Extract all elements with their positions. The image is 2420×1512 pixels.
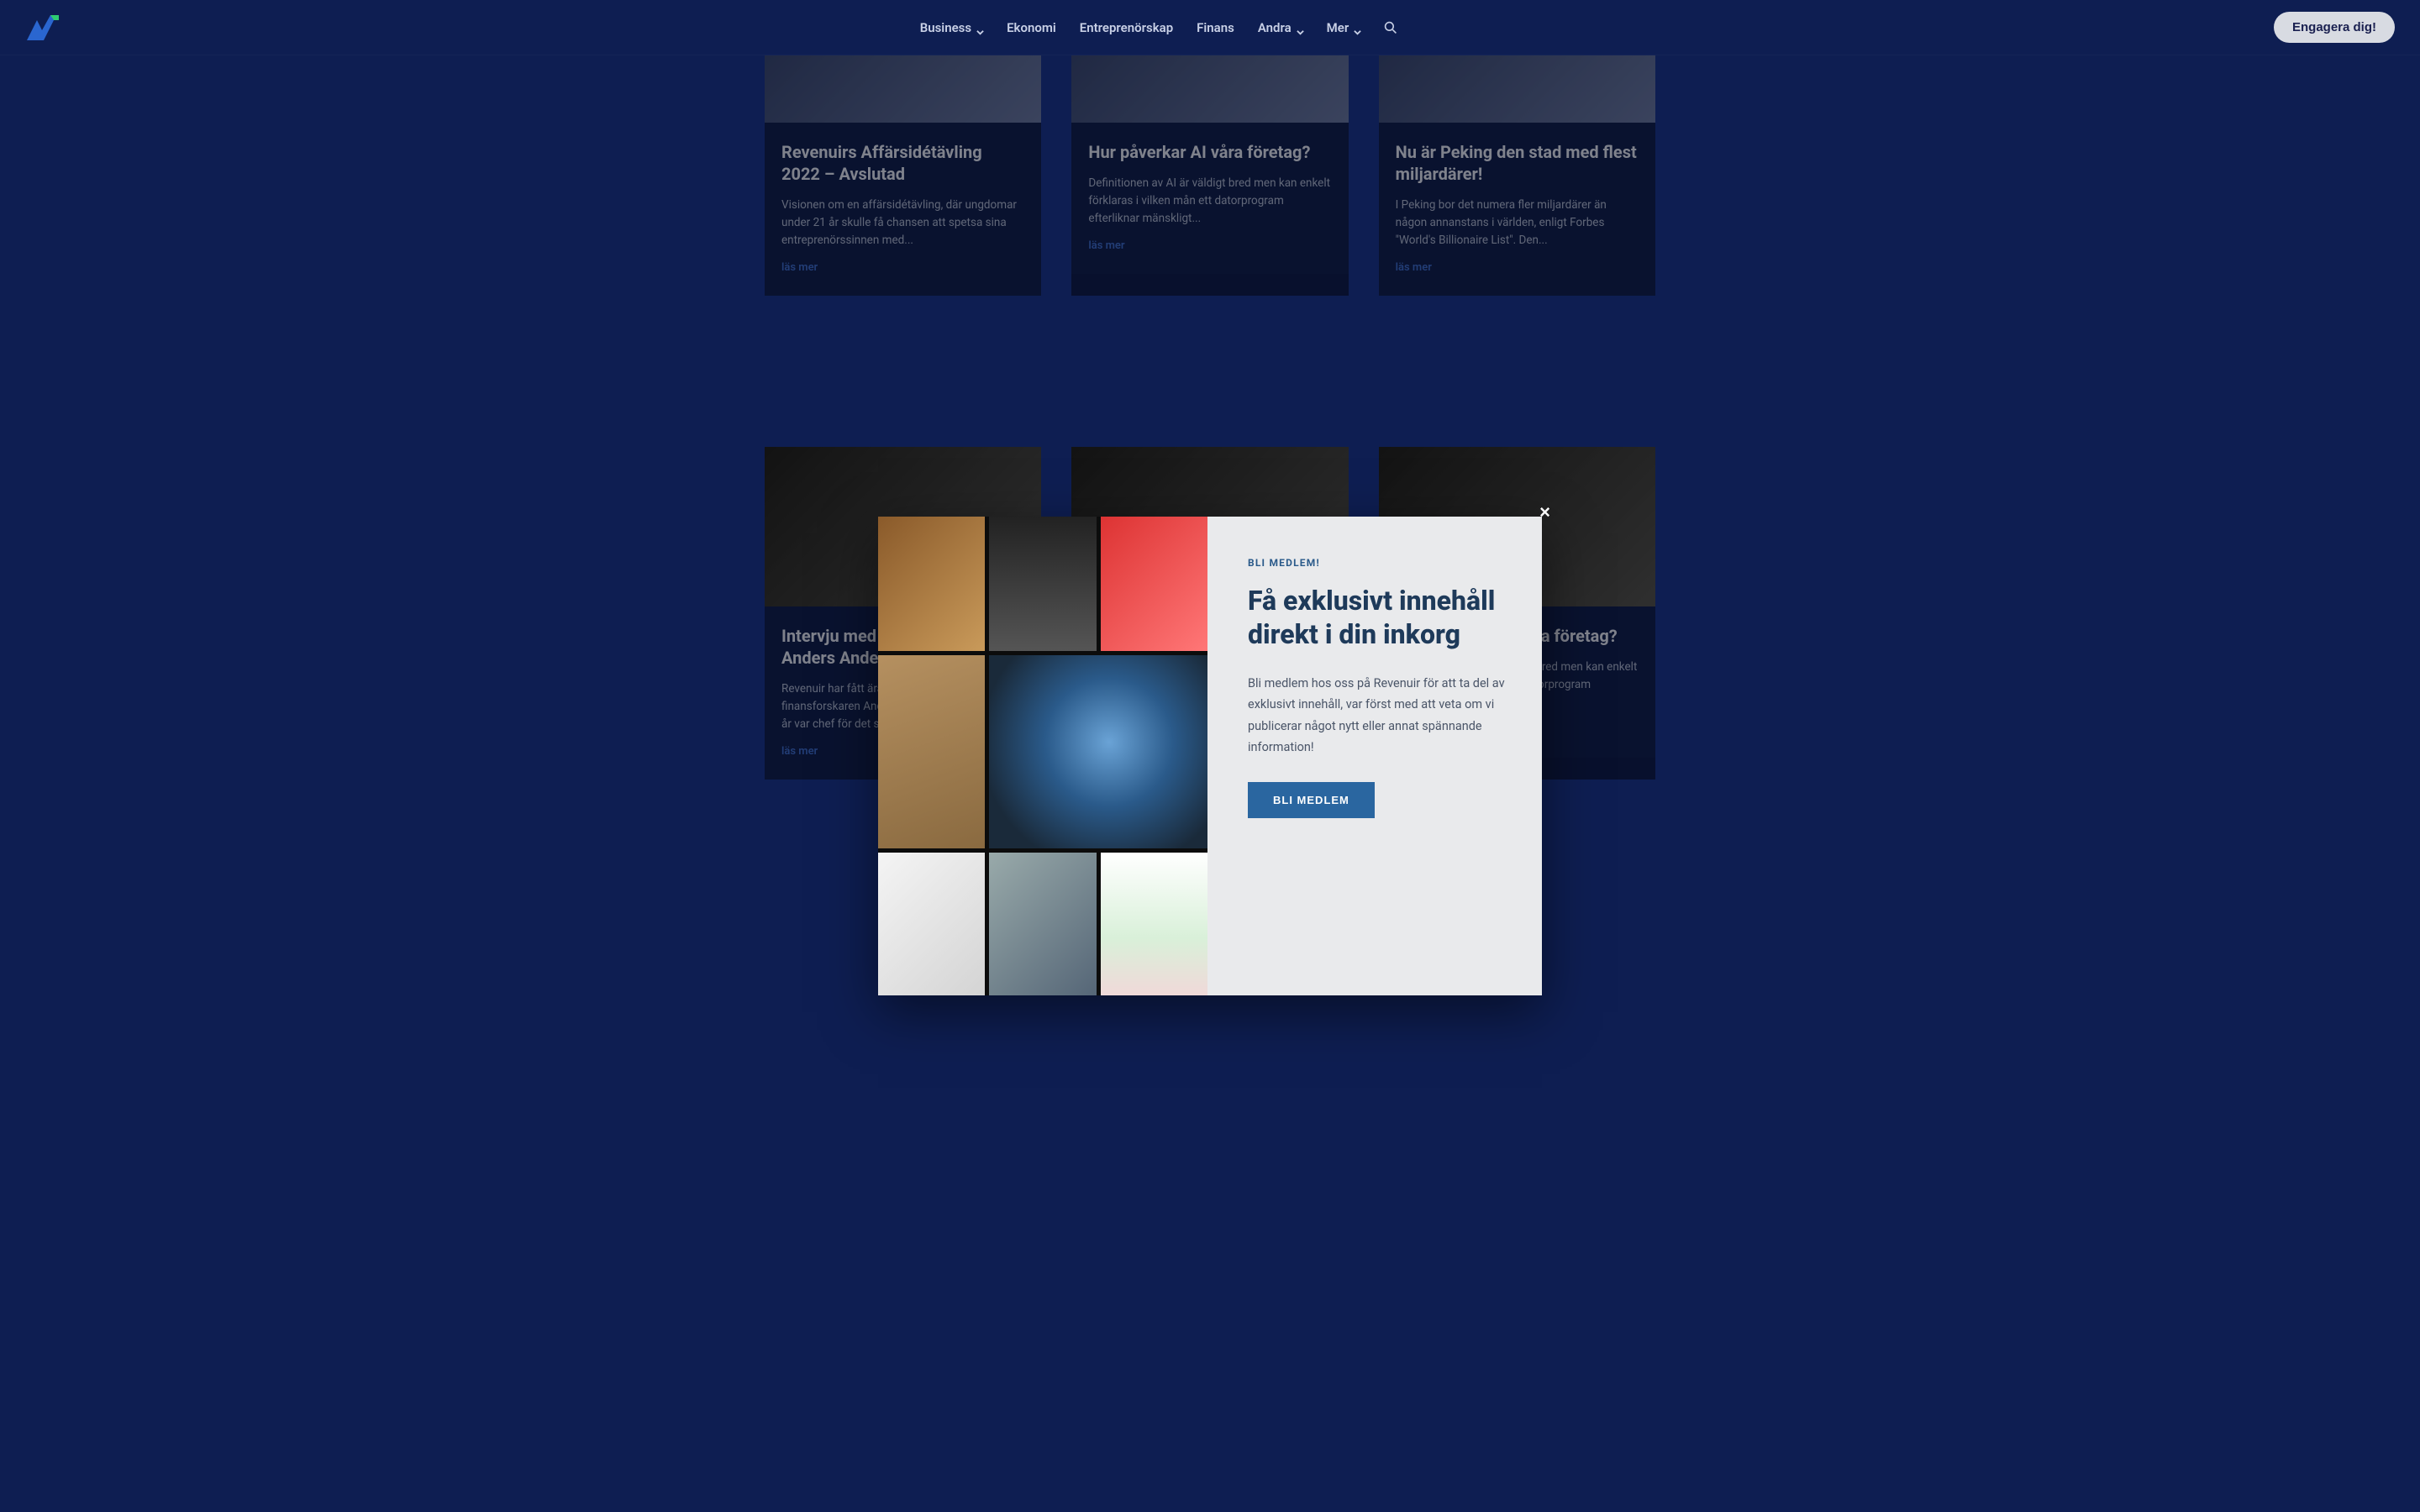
become-member-button[interactable]: BLI MEDLEM xyxy=(1248,782,1375,818)
collage-tile xyxy=(989,517,1096,651)
modal-overlay: × BLI MEDLEM! Få exklusivt innehåll dire… xyxy=(0,0,2420,1512)
collage-tile xyxy=(989,655,1207,848)
collage-tile xyxy=(878,517,985,651)
collage-tile xyxy=(878,853,985,995)
modal-content: BLI MEDLEM! Få exklusivt innehåll direkt… xyxy=(1207,517,1542,995)
modal-headline: Få exklusivt innehåll direkt i din inkor… xyxy=(1248,584,1505,651)
collage-tile xyxy=(1101,517,1207,651)
modal-eyebrow: BLI MEDLEM! xyxy=(1248,557,1505,569)
close-icon[interactable]: × xyxy=(1539,501,1550,523)
collage-tile xyxy=(878,655,985,848)
modal-body-text: Bli medlem hos oss på Revenuir för att t… xyxy=(1248,673,1505,759)
modal-image-collage xyxy=(878,517,1207,995)
collage-tile xyxy=(989,853,1096,995)
membership-modal: × BLI MEDLEM! Få exklusivt innehåll dire… xyxy=(878,517,1542,995)
collage-tile xyxy=(1101,853,1207,995)
